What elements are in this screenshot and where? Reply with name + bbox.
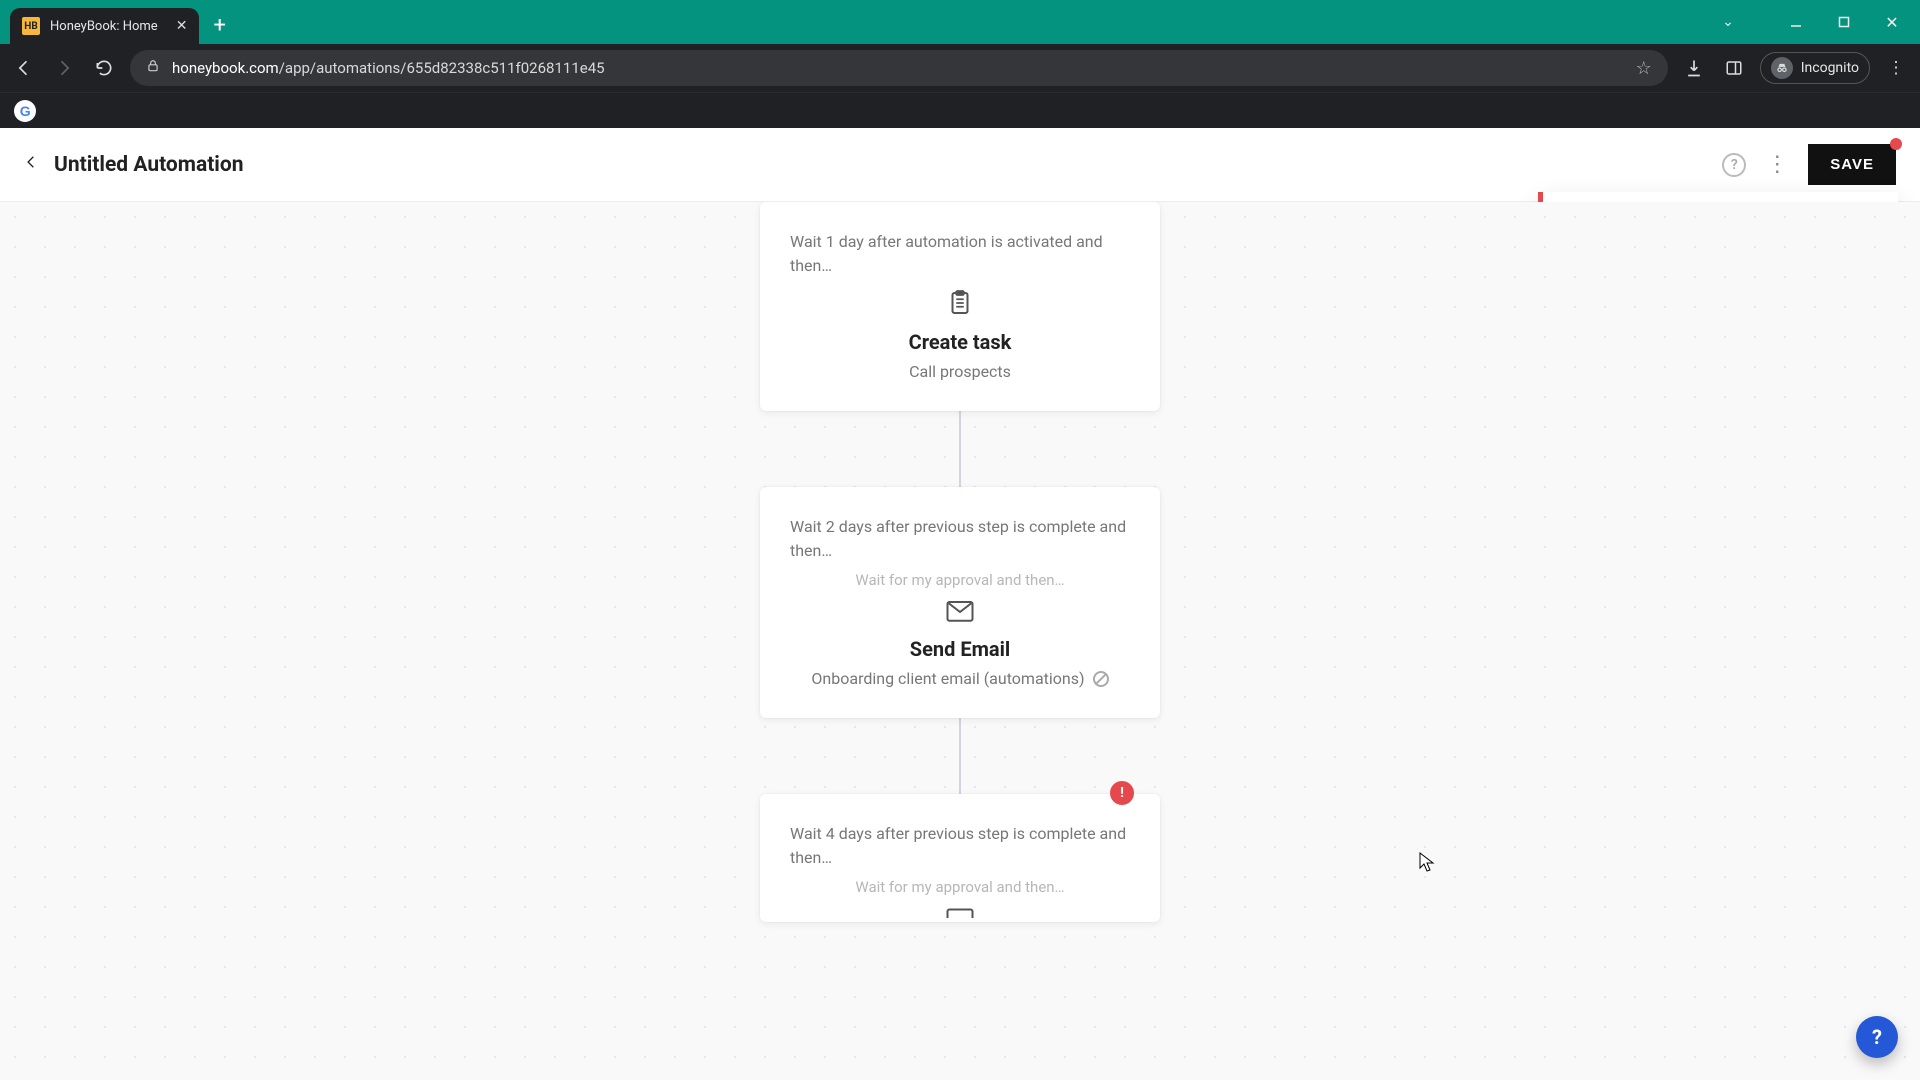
close-window-icon[interactable]: ✕ xyxy=(1870,4,1914,40)
step-wait-text: Wait 2 days after previous step is compl… xyxy=(790,515,1130,563)
downloads-icon[interactable] xyxy=(1680,54,1708,82)
prohibit-icon xyxy=(1093,671,1109,687)
mail-icon xyxy=(790,599,1130,625)
step-approval-text: Wait for my approval and then… xyxy=(790,878,1130,896)
error-badge-icon: ! xyxy=(1110,781,1134,805)
step-subtitle: Onboarding client email (automations) xyxy=(790,669,1130,688)
new-tab-button[interactable]: + xyxy=(213,13,225,38)
automation-step-card[interactable]: ! Wait 4 days after previous step is com… xyxy=(760,794,1160,922)
step-wait-text: Wait 1 day after automation is activated… xyxy=(790,230,1130,278)
step-subtitle: Call prospects xyxy=(790,362,1130,381)
save-button[interactable]: SAVE xyxy=(1808,144,1896,185)
more-options-icon[interactable]: ⋮ xyxy=(1766,152,1788,177)
clipboard-icon xyxy=(790,288,1130,318)
bookmarks-bar: G xyxy=(0,92,1920,128)
help-icon[interactable]: ? xyxy=(1722,153,1746,177)
lock-icon xyxy=(146,59,160,77)
mouse-cursor-icon xyxy=(1419,852,1435,874)
favicon: HB xyxy=(22,17,40,35)
tab-search-icon[interactable]: ⌄ xyxy=(1706,4,1750,40)
google-logo-icon: G xyxy=(20,103,30,119)
reload-icon[interactable] xyxy=(90,54,118,82)
automation-canvas[interactable]: Wait 1 day after automation is activated… xyxy=(0,202,1920,1080)
forward-icon[interactable] xyxy=(50,54,78,82)
back-icon[interactable] xyxy=(10,54,38,82)
tab-title: HoneyBook: Home xyxy=(50,19,158,34)
step-title: Create task xyxy=(790,330,1130,354)
address-bar[interactable]: honeybook.com/app/automations/655d82338c… xyxy=(130,50,1668,86)
browser-titlebar: HB HoneyBook: Home ✕ + ⌄ ✕ xyxy=(0,0,1920,44)
step-approval-text: Wait for my approval and then… xyxy=(790,571,1130,589)
step-wait-text: Wait 4 days after previous step is compl… xyxy=(790,822,1130,870)
automation-step-card[interactable]: Wait 2 days after previous step is compl… xyxy=(760,487,1160,718)
app-header: Untitled Automation ? ⋮ SAVE xyxy=(0,128,1920,202)
minimize-window-icon[interactable] xyxy=(1774,4,1818,40)
mail-icon xyxy=(790,906,1130,918)
bookmark-star-icon[interactable]: ☆ xyxy=(1636,58,1652,79)
side-panel-icon[interactable] xyxy=(1720,54,1748,82)
automation-step-card[interactable]: Wait 1 day after automation is activated… xyxy=(760,202,1160,411)
connector-line xyxy=(959,411,961,487)
browser-toolbar: honeybook.com/app/automations/655d82338c… xyxy=(0,44,1920,92)
back-button[interactable] xyxy=(24,151,38,179)
browser-menu-icon[interactable]: ⋮ xyxy=(1882,54,1910,82)
google-bookmark[interactable]: G xyxy=(14,100,36,122)
incognito-chip[interactable]: Incognito xyxy=(1760,52,1870,84)
browser-tab[interactable]: HB HoneyBook: Home ✕ xyxy=(10,8,199,44)
step-title: Send Email xyxy=(790,637,1130,661)
incognito-label: Incognito xyxy=(1801,60,1859,76)
help-fab[interactable]: ? xyxy=(1856,1016,1898,1058)
close-tab-icon[interactable]: ✕ xyxy=(176,18,188,34)
connector-line xyxy=(959,718,961,794)
incognito-icon xyxy=(1771,57,1793,79)
window-controls: ⌄ ✕ xyxy=(1706,0,1920,44)
maximize-window-icon[interactable] xyxy=(1822,4,1866,40)
page-title: Untitled Automation xyxy=(54,153,243,177)
url-text: honeybook.com/app/automations/655d82338c… xyxy=(172,59,605,77)
unsaved-indicator-icon xyxy=(1890,138,1902,150)
